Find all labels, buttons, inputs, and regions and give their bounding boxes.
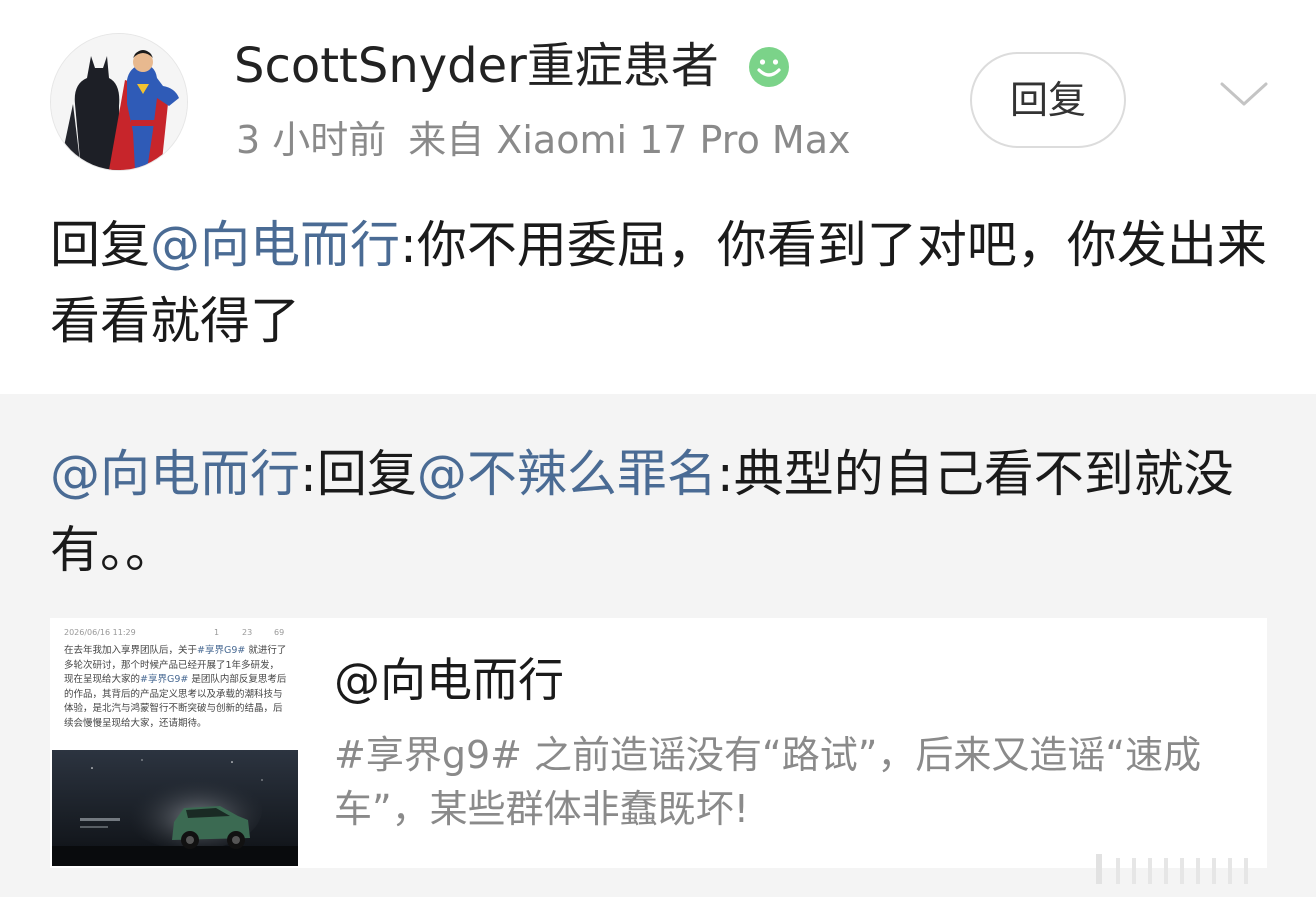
mention-link[interactable]: @向电而行 (150, 216, 400, 274)
post-meta: 3 小时前 来自 Xiaomi 17 Pro Max (236, 116, 850, 164)
thumb-tag-a: #享界G9# (197, 645, 246, 656)
car-photo (52, 750, 298, 866)
comment-reply-prefix: 回复 (50, 216, 150, 274)
quoted-reply-mention-link[interactable]: @不辣么罪名 (417, 445, 717, 503)
chevron-down-icon[interactable] (1218, 76, 1270, 112)
post-time: 3 小时前 (236, 118, 387, 162)
username[interactable]: ScottSnyder重症患者 (234, 38, 719, 94)
card-author[interactable]: @向电而行 (334, 652, 564, 708)
post-source: 来自 Xiaomi 17 Pro Max (408, 118, 851, 162)
comment-text: 回复@向电而行:你不用委屈，你看到了对吧，你发出来看看就得了 (50, 207, 1270, 359)
quoted-mention-link[interactable]: @向电而行 (50, 445, 300, 503)
reply-button[interactable]: 回复 (970, 52, 1126, 148)
smiley-badge-icon (748, 46, 790, 88)
watermark-icon (1096, 854, 1248, 884)
avatar[interactable] (50, 33, 188, 171)
thumb-repost-count: 1 (214, 628, 220, 637)
quoted-text: @向电而行:回复@不辣么罪名:典型的自己看不到就没有。。 (50, 436, 1280, 588)
thumb-comment-count: 23 (242, 628, 253, 637)
card-description: #享界g9# 之前造谣没有“路试”，后来又造谣“速成车”，某些群体非蠢既坏! (334, 733, 1202, 831)
avatar-image (51, 34, 187, 170)
quoted-reply-prefix: :回复 (300, 445, 417, 503)
thumb-meta: 2026/06/16 11:29 1 23 69 (64, 628, 286, 638)
thumb-tag-b: #享界G9# (140, 674, 189, 685)
card-thumbnail[interactable]: 2026/06/16 11:29 1 23 69 在去年我加入享界团队后，关于#… (52, 620, 298, 866)
thumb-date: 2026/06/16 11:29 (64, 628, 136, 637)
thumb-text-a: 在去年我加入享界团队后，关于 (64, 645, 198, 656)
thumb-text: 在去年我加入享界团队后，关于#享界G9# 就进行了多轮次研讨，那个时候产品已经开… (64, 644, 288, 731)
thumb-like-count: 69 (274, 628, 285, 637)
